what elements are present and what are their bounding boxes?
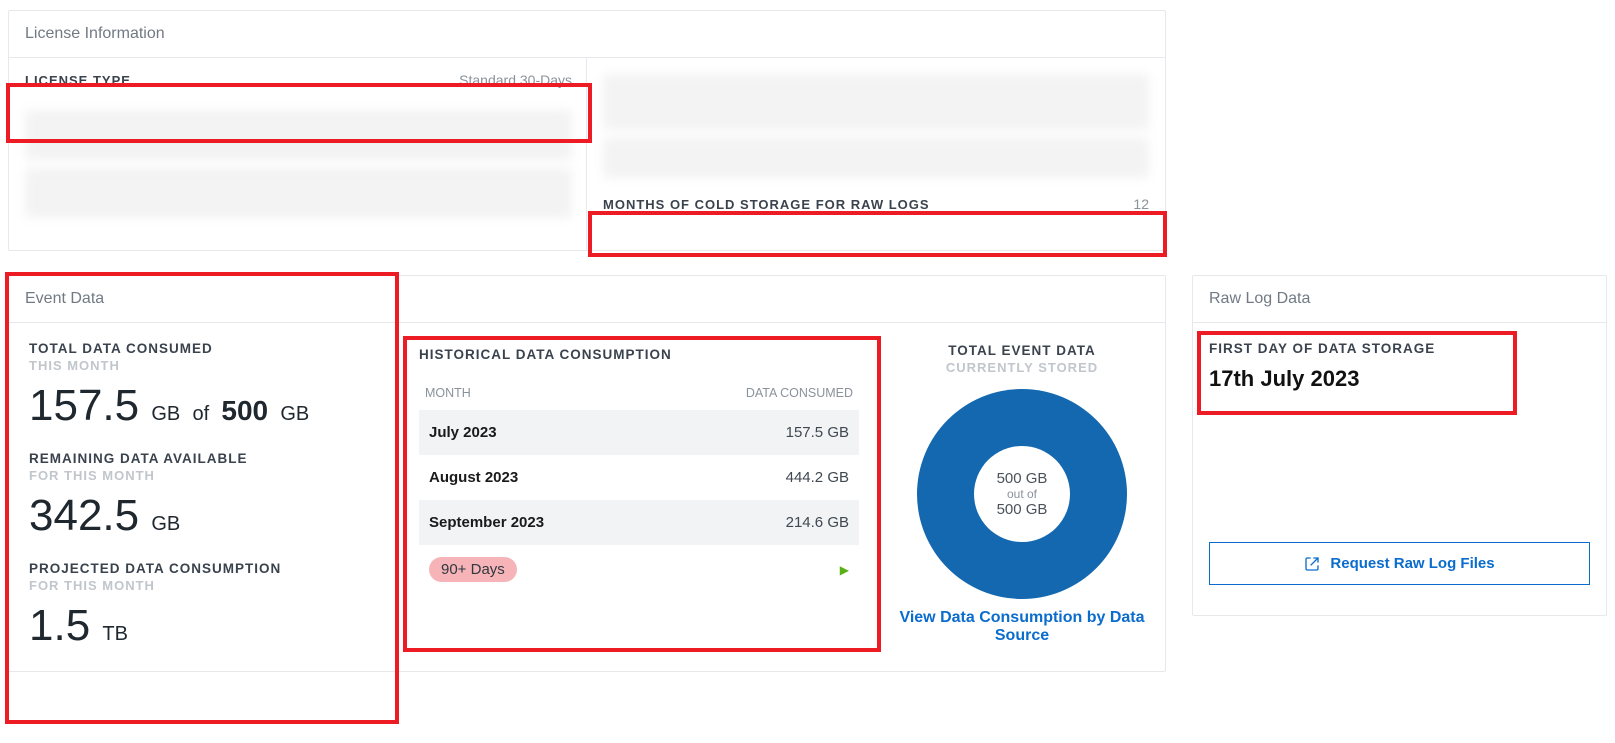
consumed-sub: THIS MONTH (29, 358, 379, 373)
total-stored-sub: CURRENTLY STORED (899, 360, 1145, 375)
ninety-days-expand[interactable]: 90+ Days ▶ (419, 545, 859, 582)
remaining-value: 342.5 (29, 491, 139, 540)
remaining-sub: FOR THIS MONTH (29, 468, 379, 483)
license-card-title: License Information (9, 11, 1165, 58)
historical-col-consumed: DATA CONSUMED (653, 376, 859, 410)
table-row: July 2023 157.5 GB (419, 410, 859, 455)
request-raw-log-button[interactable]: Request Raw Log Files (1209, 542, 1590, 585)
redacted-row (603, 138, 1149, 178)
rawlog-card: Raw Log Data FIRST DAY OF DATA STORAGE 1… (1192, 275, 1607, 616)
donut-bottom: 500 GB (997, 501, 1048, 518)
license-type-value: Standard 30-Days (459, 72, 572, 88)
donut-mid: out of (1007, 487, 1037, 501)
license-info-card: License Information LICENSE TYPE Standar… (8, 10, 1166, 251)
consumed-of: of (192, 403, 209, 425)
projected-sub: FOR THIS MONTH (29, 578, 379, 593)
table-row: September 2023 214.6 GB (419, 500, 859, 545)
projected-label: PROJECTED DATA CONSUMPTION (29, 561, 379, 576)
projected-value: 1.5 (29, 601, 90, 650)
hist-month: July 2023 (419, 410, 653, 455)
hist-consumed: 214.6 GB (653, 500, 859, 545)
cold-storage-value: 12 (1133, 196, 1149, 212)
cold-storage-label: MONTHS OF COLD STORAGE FOR RAW LOGS (603, 197, 930, 212)
first-day-label: FIRST DAY OF DATA STORAGE (1209, 341, 1590, 356)
donut-chart: 500 GB out of 500 GB (917, 389, 1127, 599)
consumed-limit: 500 (221, 395, 268, 426)
hist-month: September 2023 (419, 500, 653, 545)
ninety-days-label: 90+ Days (429, 557, 517, 582)
consumed-label: TOTAL DATA CONSUMED (29, 341, 379, 356)
license-type-label: LICENSE TYPE (25, 73, 131, 88)
redacted-row (603, 74, 1149, 130)
projected-block: PROJECTED DATA CONSUMPTION FOR THIS MONT… (29, 561, 379, 651)
historical-table: MONTH DATA CONSUMED July 2023 157.5 GB A… (419, 376, 859, 545)
historical-col-month: MONTH (419, 376, 653, 410)
remaining-unit: GB (151, 513, 180, 535)
license-type-row: LICENSE TYPE Standard 30-Days (9, 58, 588, 102)
event-card-title: Event Data (9, 276, 1165, 323)
redacted-row (25, 168, 572, 218)
consumed-value-line: 157.5 GB of 500 GB (29, 381, 379, 431)
consumed-value: 157.5 (29, 381, 139, 430)
remaining-value-line: 342.5 GB (29, 491, 379, 541)
total-stored-label: TOTAL EVENT DATA (899, 343, 1145, 358)
event-data-card: Event Data TOTAL DATA CONSUMED THIS MONT… (8, 275, 1166, 672)
projected-unit: TB (102, 623, 128, 645)
total-stored-label-block: TOTAL EVENT DATA CURRENTLY STORED (899, 343, 1145, 375)
hist-month: August 2023 (419, 455, 653, 500)
request-btn-label: Request Raw Log Files (1330, 555, 1494, 572)
hist-consumed: 444.2 GB (653, 455, 859, 500)
total-consumed-block: TOTAL DATA CONSUMED THIS MONTH 157.5 GB … (29, 341, 379, 431)
view-consumption-link[interactable]: View Data Consumption by Data Source (899, 609, 1145, 645)
expand-arrow-icon: ▶ (840, 563, 849, 577)
historical-title: HISTORICAL DATA CONSUMPTION (419, 347, 859, 362)
remaining-label: REMAINING DATA AVAILABLE (29, 451, 379, 466)
redacted-row (25, 110, 572, 160)
donut-top: 500 GB (997, 470, 1048, 487)
hist-consumed: 157.5 GB (653, 410, 859, 455)
remaining-block: REMAINING DATA AVAILABLE FOR THIS MONTH … (29, 451, 379, 541)
consumed-limit-unit: GB (280, 403, 309, 425)
table-row: August 2023 444.2 GB (419, 455, 859, 500)
rawlog-card-title: Raw Log Data (1193, 276, 1606, 323)
share-icon (1304, 556, 1320, 572)
consumed-unit: GB (151, 403, 180, 425)
first-day-value: 17th July 2023 (1209, 366, 1590, 392)
projected-value-line: 1.5 TB (29, 601, 379, 651)
cold-storage-row: MONTHS OF COLD STORAGE FOR RAW LOGS 12 (587, 186, 1165, 222)
